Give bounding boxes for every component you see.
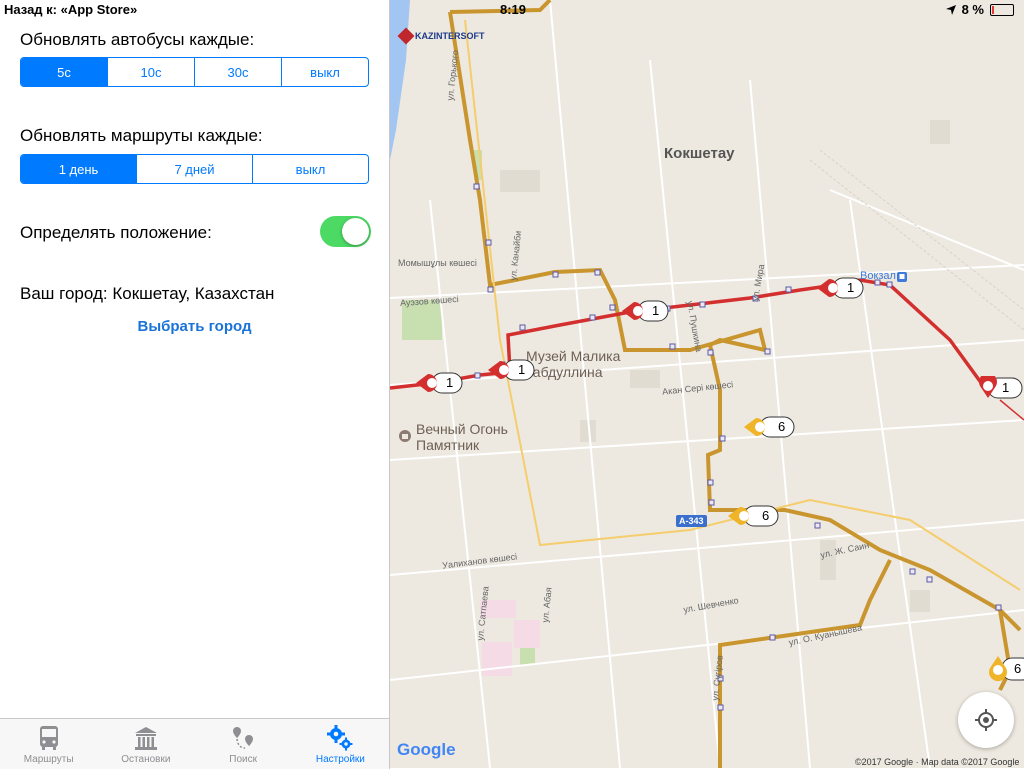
map-copyright: ©2017 Google · Map data ©2017 Google [855,757,1020,767]
railway [809,149,1024,331]
bus-marker-pin-icon [744,416,795,438]
tab-stops-label: Остановки [121,754,171,765]
tab-bar: Маршруты Остановки Поиск Настройки [0,718,390,769]
choose-city-button[interactable]: Выбрать город [0,318,389,335]
hospital-shape [482,642,512,676]
street-label: Момышұлы көшесі [398,258,477,268]
settings-panel: Обновлять автобусы каждые: 5с 10с 30с вы… [0,0,390,718]
kazintersoft-logo-mark [397,27,415,45]
route-refresh-segmented-control: 1 день 7 дней выкл [20,154,369,184]
bus-refresh-option-off[interactable]: выкл [281,58,368,86]
battery-percent: 8 % [961,2,984,17]
bus-stops [473,183,1002,711]
route-6-line [448,11,1022,632]
route-refresh-option-7-days[interactable]: 7 дней [136,155,252,183]
bus-stop-icon [134,727,157,750]
status-right: 8 % [945,2,1014,17]
bus-marker-pin-icon [979,376,1023,399]
bus-marker-route-number: 6 [1014,661,1022,676]
bus-marker-route-number: 1 [652,303,660,318]
museum-pin-icon [399,430,411,442]
bus-refresh-option-5s[interactable]: 5с [21,58,107,86]
tab-routes[interactable]: Маршруты [0,719,97,769]
route-6-line [718,559,892,768]
route-refresh-label: Обновлять маршруты каждые: [20,126,263,145]
route-1-line [999,399,1024,421]
route-search-icon [233,727,254,749]
status-bar: Назад к: «App Store» 8:19 8 % [0,0,1024,20]
bus-marker-pin-icon [728,505,779,527]
road-badge: A-343 [676,515,707,527]
kazintersoft-logo-text: KAZINTERSOFT [415,31,485,41]
bus-marker-route-number: 6 [778,419,786,434]
google-logo-text: Google [397,740,456,759]
toggle-knob [342,218,369,245]
gears-icon [327,725,353,751]
status-time: 8:19 [500,2,527,17]
lake-shape [390,0,410,160]
bus-refresh-segmented-control: 5с 10с 30с выкл [20,57,369,87]
locate-me-button[interactable] [958,692,1014,748]
back-to-app-store-link[interactable]: Назад к: «App Store» [4,2,137,17]
bus-marker-route-number: 1 [1002,380,1010,395]
poi-memorial-label: Памятник [416,437,480,453]
bus-marker-route-number: 1 [518,362,526,377]
tab-settings-label: Настройки [315,754,365,765]
location-toggle[interactable] [320,216,371,247]
battery-icon [990,3,1014,16]
train-station-icon [897,272,907,282]
tab-search-label: Поиск [229,754,257,765]
google-logo: Google [397,740,456,760]
tab-routes-label: Маршруты [23,754,74,765]
tab-settings[interactable]: Настройки [292,719,389,769]
bus-marker-route-number: 1 [847,280,855,295]
poi-memorial-label: Вечный Огонь [416,421,508,437]
bus-refresh-option-10s[interactable]: 10с [107,58,194,86]
city-map-label: Кокшетау [664,145,735,162]
kazintersoft-logo: KAZINTERSOFT [397,27,485,45]
bus-refresh-label: Обновлять автобусы каждые: [20,30,255,49]
location-label: Определять положение: [20,223,212,242]
bus-marker-route-number: 6 [762,508,770,523]
location-arrow-icon [945,4,956,15]
bus-refresh-option-30s[interactable]: 30с [194,58,281,86]
tab-search[interactable]: Поиск [195,719,292,769]
route-refresh-option-off[interactable]: выкл [252,155,368,183]
tab-stops[interactable]: Остановки [97,719,194,769]
bus-icon [39,726,58,750]
crosshair-icon [975,709,997,731]
bus-marker-route-number: 1 [446,375,454,390]
hospital-shape [514,620,540,648]
map-view[interactable]: Кокшетау KAZINTERSOFT Музей Малика Габду… [390,0,1024,768]
city-label: Ваш город: Кокшетау, Казахстан [20,284,275,303]
route-refresh-option-1-day[interactable]: 1 день [21,155,136,183]
